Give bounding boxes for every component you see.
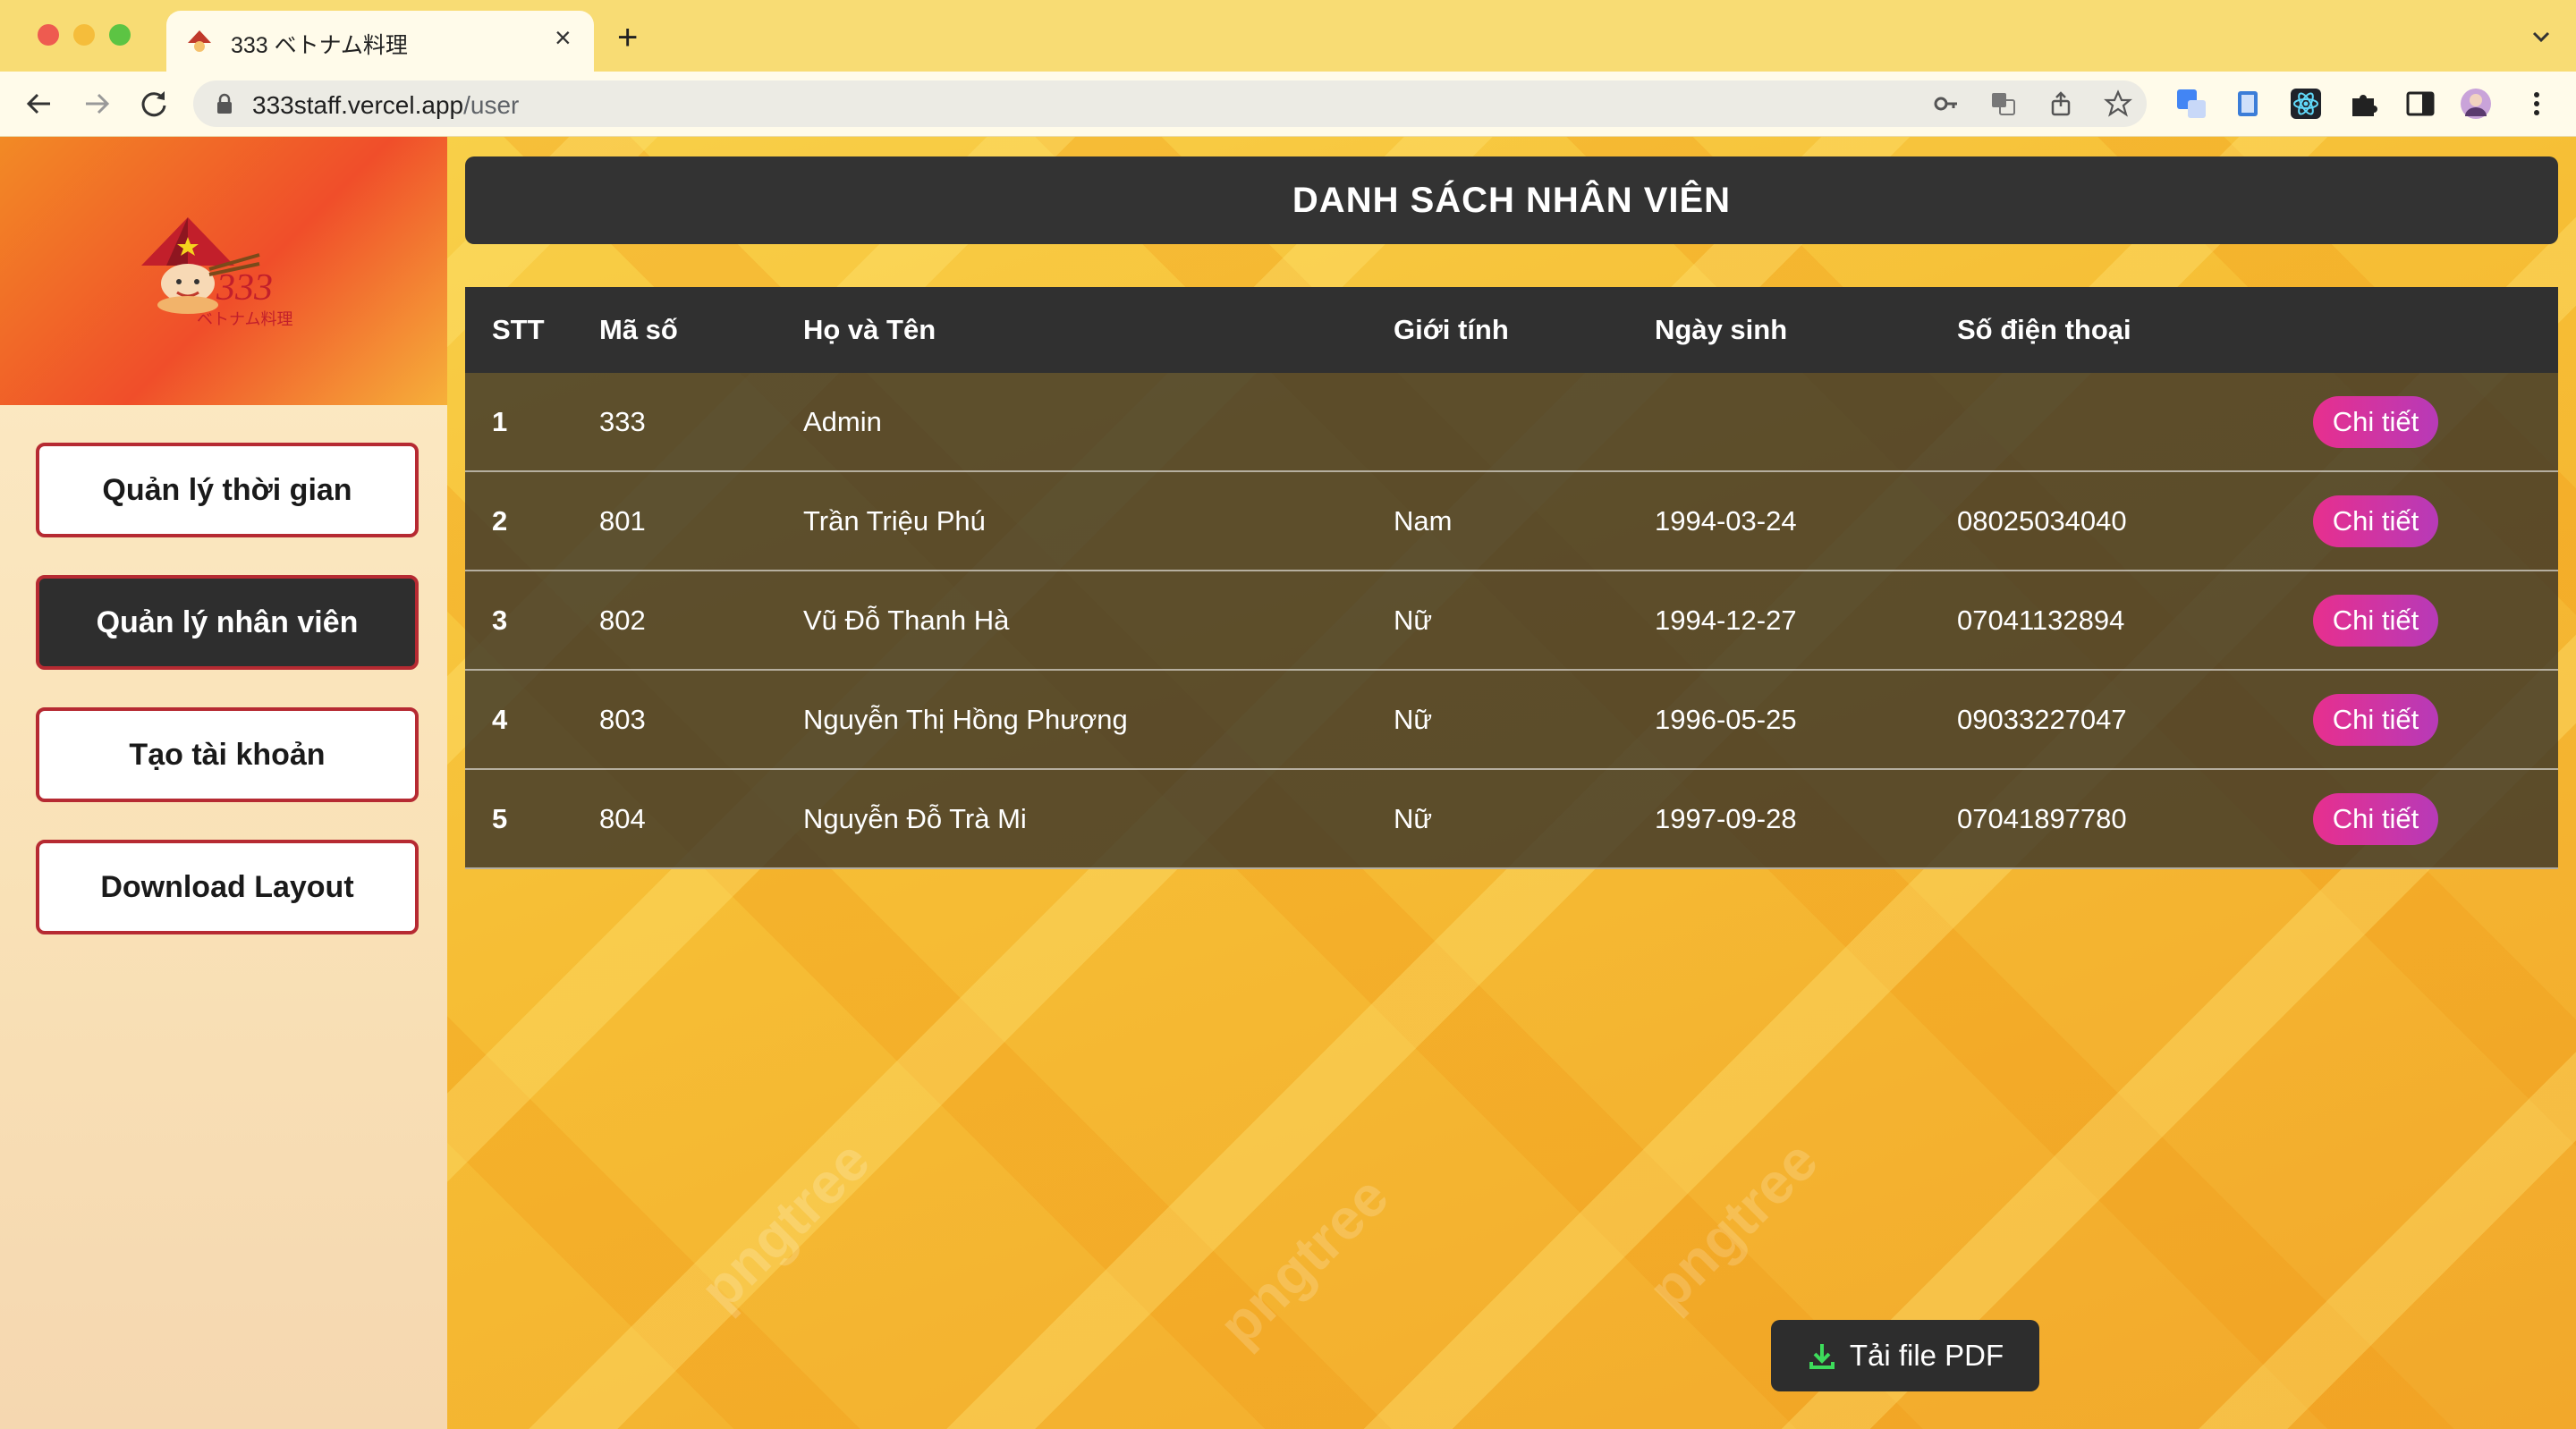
detail-button[interactable]: Chi tiết	[2313, 792, 2438, 845]
sidebar-header: 333 ベトナム料理	[0, 137, 447, 405]
table-header: STT Mã số Họ và Tên Giới tính Ngày sinh …	[465, 287, 2558, 373]
url-text: 333staff.vercel.app/user	[252, 91, 520, 119]
key-icon[interactable]	[1932, 89, 1961, 118]
row-dob: 1997-09-28	[1655, 802, 1797, 834]
column-header-code: Mã số	[599, 314, 678, 345]
table-row: 4 803 Nguyễn Thị Hồng Phượng Nữ 1996-05-…	[465, 671, 2558, 770]
staff-table: STT Mã số Họ và Tên Giới tính Ngày sinh …	[465, 287, 2558, 869]
share-icon[interactable]	[2046, 89, 2075, 118]
row-dob: 1996-05-25	[1655, 703, 1797, 735]
extensions-puzzle-icon[interactable]	[2347, 88, 2379, 120]
column-header-stt: STT	[492, 314, 545, 345]
nav-create-account-button[interactable]: Tạo tài khoản	[36, 707, 419, 802]
row-gender: Nam	[1394, 504, 1453, 537]
google-translate-extension-icon[interactable]	[2175, 88, 2207, 120]
detail-button[interactable]: Chi tiết	[2313, 395, 2438, 448]
row-dob: 1994-12-27	[1655, 604, 1797, 636]
row-phone: 09033227047	[1957, 703, 2127, 735]
row-name: Nguyễn Thị Hồng Phượng	[803, 703, 1128, 735]
row-code: 802	[599, 604, 646, 636]
react-devtools-icon[interactable]	[2290, 88, 2322, 120]
watermark: pngtree	[687, 1128, 882, 1323]
row-dob: 1994-03-24	[1655, 504, 1797, 537]
column-header-dob: Ngày sinh	[1655, 314, 1788, 345]
lock-icon	[217, 93, 232, 114]
page-content: pngtree pngtree pngtree 333 ベトナム料理 Quản …	[0, 137, 2576, 1429]
restaurant-logo[interactable]: 333 ベトナム料理	[134, 210, 304, 335]
row-name: Vũ Đỗ Thanh Hà	[803, 604, 1010, 636]
detail-button[interactable]: Chi tiết	[2313, 693, 2438, 746]
browser-tab[interactable]: 333 ベトナム料理 ×	[166, 11, 594, 72]
table-row: 1 333 Admin Chi tiết	[465, 373, 2558, 472]
forward-arrow-icon[interactable]	[77, 84, 116, 123]
row-stt: 1	[492, 405, 508, 437]
row-phone: 07041897780	[1957, 802, 2127, 834]
favicon-icon	[188, 30, 211, 52]
row-code: 801	[599, 504, 646, 537]
maximize-window-button[interactable]	[109, 24, 131, 46]
detail-button[interactable]: Chi tiết	[2313, 495, 2438, 547]
browser-toolbar: 333staff.vercel.app/user	[0, 72, 2576, 137]
row-gender: Nữ	[1394, 604, 1433, 636]
sidebar: 333 ベトナム料理 Quản lý thời gian Quản lý nhâ…	[0, 137, 447, 1429]
address-bar[interactable]: 333staff.vercel.app/user	[193, 80, 2147, 127]
watermark: pngtree	[1206, 1163, 1401, 1358]
row-name: Admin	[803, 405, 882, 437]
row-phone: 08025034040	[1957, 504, 2127, 537]
row-phone: 07041132894	[1957, 604, 2125, 636]
row-stt: 4	[492, 703, 508, 735]
column-header-name: Họ và Tên	[803, 314, 936, 345]
column-header-phone: Số điện thoại	[1957, 314, 2131, 345]
table-row: 2 801 Trần Triệu Phú Nam 1994-03-24 0802…	[465, 472, 2558, 571]
row-code: 804	[599, 802, 646, 834]
row-gender: Nữ	[1394, 703, 1433, 735]
column-header-gender: Giới tính	[1394, 314, 1509, 345]
download-icon	[1809, 1344, 1835, 1369]
tab-title: 333 ベトナム料理	[231, 33, 408, 58]
more-menu-icon[interactable]	[2521, 88, 2553, 120]
download-pdf-button[interactable]: Tải file PDF	[1771, 1320, 2039, 1391]
chevron-down-icon[interactable]	[2528, 23, 2555, 50]
translate-icon[interactable]	[1989, 89, 2018, 118]
row-name: Nguyễn Đỗ Trà Mi	[803, 802, 1027, 834]
download-pdf-label: Tải file PDF	[1849, 1339, 2004, 1372]
nav-staff-management-button[interactable]: Quản lý nhân viên	[36, 575, 419, 670]
nav-download-layout-button[interactable]: Download Layout	[36, 840, 419, 934]
nav-time-management-button[interactable]: Quản lý thời gian	[36, 443, 419, 537]
reader-extension-icon[interactable]	[2233, 88, 2265, 120]
tab-close-icon[interactable]: ×	[555, 23, 572, 52]
star-icon[interactable]	[2104, 89, 2132, 118]
minimize-window-button[interactable]	[73, 24, 95, 46]
reload-icon[interactable]	[134, 84, 174, 123]
page-title: DANH SÁCH NHÂN VIÊN	[465, 156, 2558, 244]
side-panel-icon[interactable]	[2404, 88, 2436, 120]
row-gender: Nữ	[1394, 802, 1433, 834]
row-stt: 3	[492, 604, 508, 636]
back-arrow-icon[interactable]	[20, 84, 59, 123]
row-code: 803	[599, 703, 646, 735]
browser-tab-bar: 333 ベトナム料理 × +	[0, 0, 2576, 72]
table-row: 5 804 Nguyễn Đỗ Trà Mi Nữ 1997-09-28 070…	[465, 770, 2558, 869]
watermark: pngtree	[1635, 1128, 1830, 1323]
profile-avatar[interactable]	[2460, 88, 2492, 120]
row-name: Trần Triệu Phú	[803, 504, 986, 537]
detail-button[interactable]: Chi tiết	[2313, 594, 2438, 647]
close-window-button[interactable]	[38, 24, 59, 46]
row-stt: 2	[492, 504, 508, 537]
new-tab-button[interactable]: +	[617, 20, 638, 55]
row-stt: 5	[492, 802, 508, 834]
table-row: 3 802 Vũ Đỗ Thanh Hà Nữ 1994-12-27 07041…	[465, 571, 2558, 671]
row-code: 333	[599, 405, 646, 437]
svg-text:333: 333	[216, 267, 273, 309]
svg-text:ベトナム料理: ベトナム料理	[197, 310, 292, 329]
